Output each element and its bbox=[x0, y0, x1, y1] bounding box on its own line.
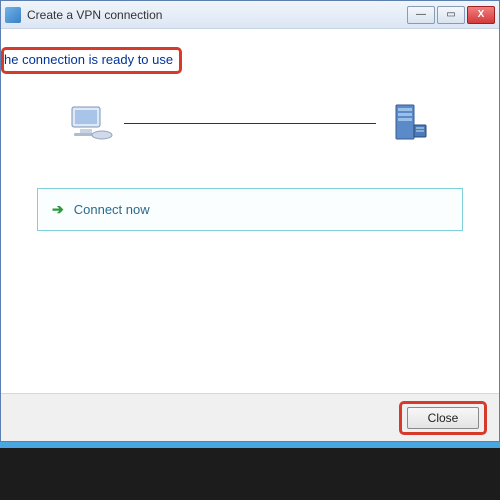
wizard-footer: Close bbox=[1, 393, 499, 441]
connection-diagram bbox=[60, 98, 440, 148]
minimize-button[interactable]: — bbox=[407, 6, 435, 24]
connect-now-button[interactable]: ➔ Connect now bbox=[37, 188, 463, 231]
titlebar[interactable]: Create a VPN connection — ▭ X bbox=[1, 1, 499, 29]
maximize-button[interactable]: ▭ bbox=[437, 6, 465, 24]
vpn-wizard-window: Create a VPN connection — ▭ X he connect… bbox=[0, 0, 500, 442]
status-headline-row: he connection is ready to use bbox=[1, 47, 499, 74]
window-controls: — ▭ X bbox=[407, 6, 495, 24]
wizard-content: he connection is ready to use bbox=[1, 29, 499, 393]
connect-now-label: Connect now bbox=[74, 202, 150, 217]
computer-icon bbox=[60, 98, 120, 148]
status-headline: he connection is ready to use bbox=[1, 47, 182, 74]
close-button[interactable]: Close bbox=[407, 407, 479, 429]
window-title: Create a VPN connection bbox=[27, 8, 407, 22]
window-close-button[interactable]: X bbox=[467, 6, 495, 24]
close-button-highlight: Close bbox=[399, 401, 487, 435]
background-area bbox=[0, 448, 500, 500]
connection-line bbox=[124, 123, 376, 124]
app-icon bbox=[5, 7, 21, 23]
server-icon bbox=[380, 98, 440, 148]
arrow-right-icon: ➔ bbox=[52, 201, 64, 218]
